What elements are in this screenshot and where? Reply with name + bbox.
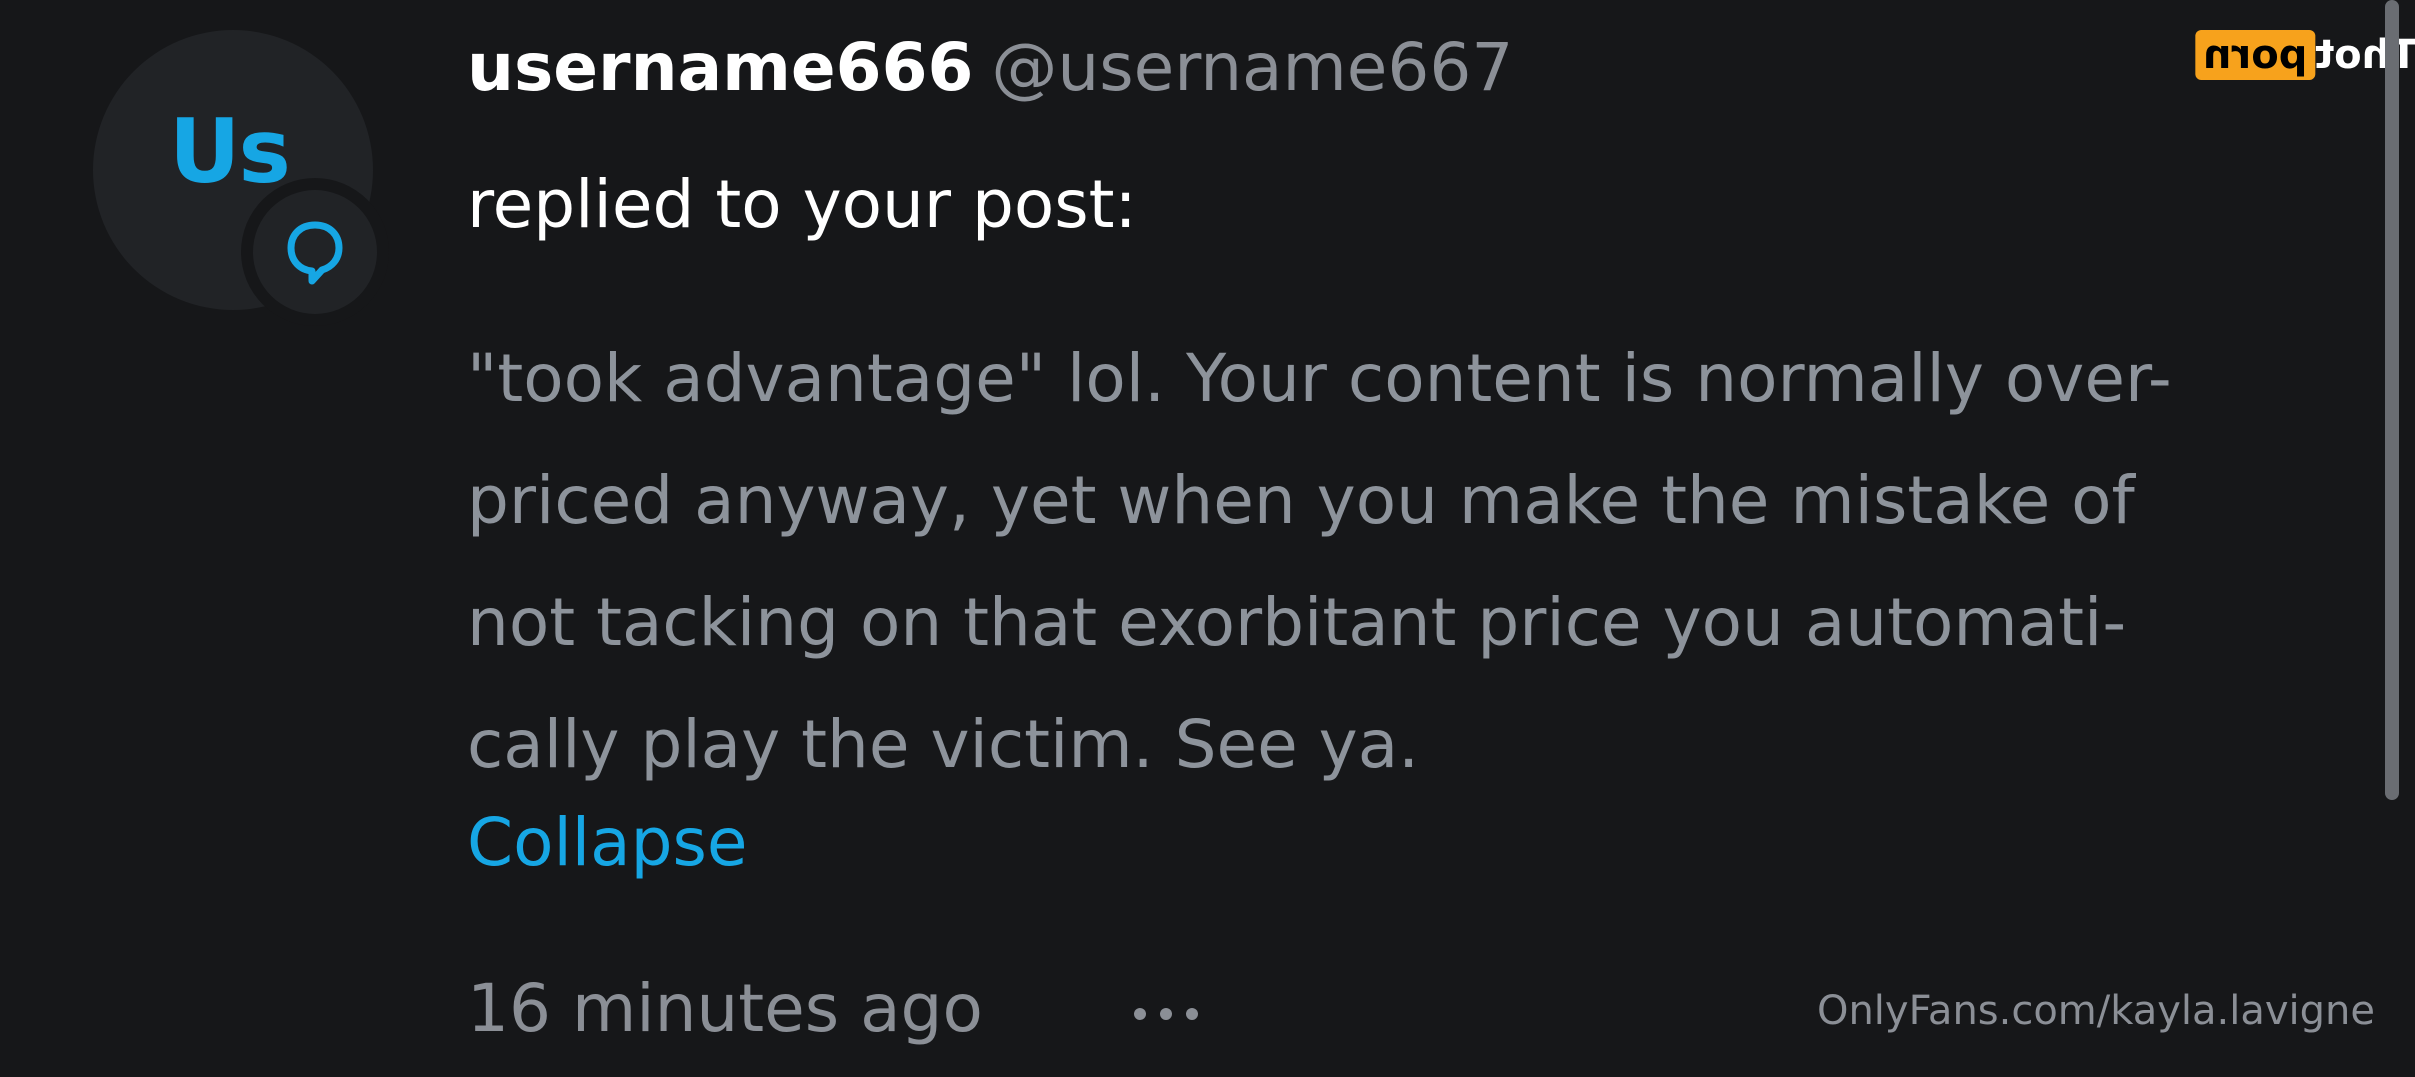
timestamp: 16 minutes ago — [467, 970, 983, 1047]
brand-logo: porn Thot — [2195, 30, 2415, 80]
reply-badge — [241, 178, 389, 326]
comment-line: cally play the victim. See ya. — [467, 706, 1420, 783]
brand-logo-part1: porn — [2195, 30, 2316, 80]
scrollbar[interactable] — [2385, 0, 2399, 800]
display-name[interactable]: username666 — [467, 29, 973, 106]
notification-action: replied to your post: — [467, 166, 1137, 243]
user-avatar[interactable]: Us — [93, 30, 389, 326]
brand-logo-part2: Thot — [2315, 32, 2415, 78]
dot — [1160, 1008, 1172, 1020]
watermark-url: OnlyFans.com/kayla.lavigne — [1816, 988, 2375, 1034]
notification-header: username666 @username667 — [467, 35, 1513, 101]
collapse-link[interactable]: Collapse — [467, 810, 747, 876]
dot — [1186, 1008, 1198, 1020]
comment-line: "took advantage" lol. Your content is no… — [467, 340, 2172, 417]
dot — [1134, 1008, 1146, 1020]
comment-line: priced anyway, yet when you make the mis… — [467, 462, 2135, 539]
comment-text: "took advantage" lol. Your content is no… — [467, 318, 2307, 806]
more-dots-icon[interactable] — [1132, 1002, 1202, 1026]
comment-line: not tacking on that exorbitant price you… — [467, 584, 2127, 661]
avatar-initials: Us — [169, 108, 291, 196]
speech-bubble-icon — [253, 190, 377, 314]
speech-bubble-icon-svg — [287, 221, 343, 285]
user-handle[interactable]: @username667 — [991, 29, 1513, 106]
